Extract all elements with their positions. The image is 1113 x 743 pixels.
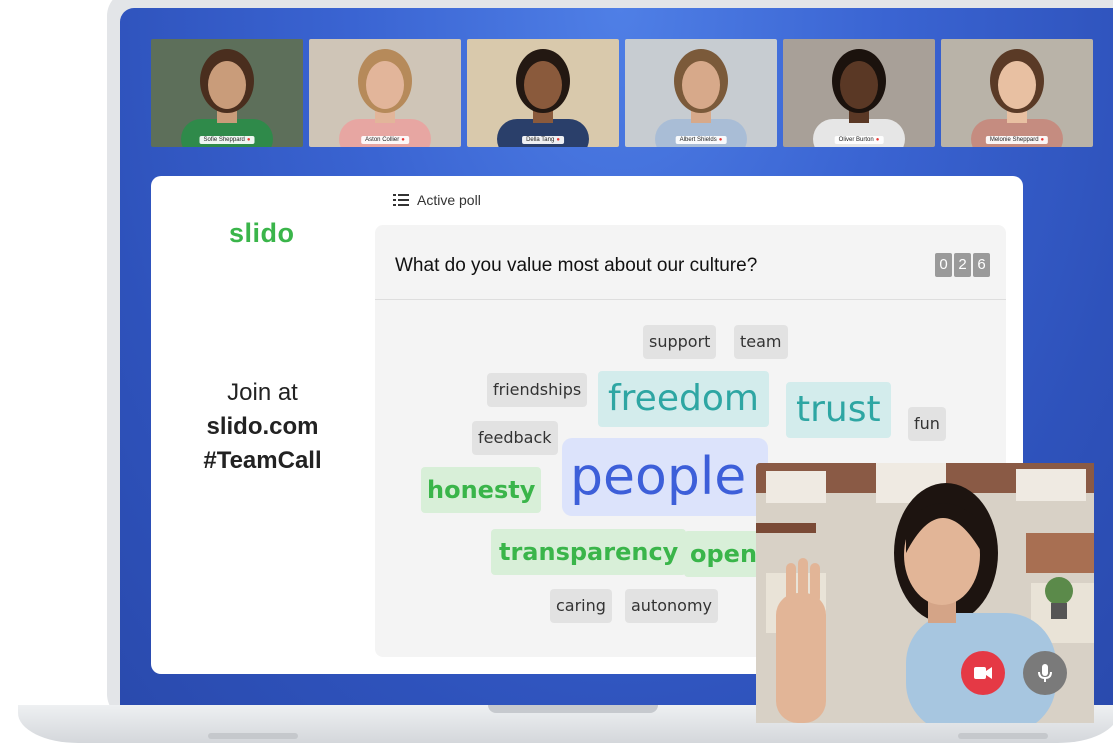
participant-video <box>181 49 273 147</box>
mic-muted-icon: ● <box>1040 137 1045 143</box>
participant-tile[interactable]: Della Tang ● <box>467 39 619 147</box>
participant-name-tag: Oliver Burton ● <box>834 136 884 144</box>
poll-question: What do you value most about our culture… <box>395 255 758 276</box>
active-poll-label: Active poll <box>417 192 481 208</box>
mic-muted-icon: ● <box>875 137 880 143</box>
laptop-foot <box>208 733 298 739</box>
word-cloud-word: friendships <box>487 373 588 407</box>
join-instructions: Join at slido.com #TeamCall <box>175 376 350 478</box>
participant-video <box>655 49 747 147</box>
participant-tile[interactable]: Sofie Sheppard ● <box>151 39 303 147</box>
participant-name: Della Tang <box>526 137 555 143</box>
join-url: slido.com <box>206 413 319 440</box>
word-cloud-word: open <box>684 531 764 577</box>
word-cloud-word: support <box>643 325 717 359</box>
event-code: #TeamCall <box>203 447 322 474</box>
word-cloud-word: fun <box>908 407 946 441</box>
mic-muted-icon: ● <box>246 137 251 143</box>
join-label: Join at <box>227 379 298 406</box>
mic-muted-icon: ● <box>556 137 560 143</box>
participant-name-tag: Della Tang ● <box>522 136 564 144</box>
active-poll-header: Active poll <box>393 192 481 208</box>
word-cloud-word: honesty <box>421 467 542 513</box>
participant-tile[interactable]: Albert Shields ● <box>625 39 777 147</box>
participant-video <box>971 49 1063 147</box>
participant-tile[interactable]: Aston Collier ● <box>309 39 461 147</box>
mic-muted-icon: ● <box>718 137 723 143</box>
word-cloud-word: people <box>562 438 768 516</box>
microphone-icon <box>1038 664 1052 682</box>
response-counter: 0 2 6 <box>935 253 990 277</box>
word-cloud-word: autonomy <box>625 589 718 623</box>
word-cloud-word: trust <box>786 382 891 438</box>
laptop-notch <box>488 705 658 713</box>
participant-strip: Sofie Sheppard ● Aston Collier ● Della Tan… <box>151 39 1093 147</box>
camera-button[interactable] <box>961 651 1005 695</box>
mic-muted-icon: ● <box>401 137 405 143</box>
participant-name-tag: Albert Shields ● <box>675 136 727 144</box>
word-cloud-word: team <box>734 325 788 359</box>
participant-name-tag: Melonie Sheppard ● <box>985 136 1049 144</box>
participant-video <box>339 49 431 147</box>
participant-name: Oliver Burton <box>838 137 874 143</box>
video-camera-icon <box>974 667 992 679</box>
participant-name: Albert Shields <box>679 137 717 143</box>
counter-digit: 6 <box>973 253 990 277</box>
list-icon <box>393 194 409 206</box>
self-view-video[interactable] <box>756 463 1094 723</box>
participant-video <box>497 49 589 147</box>
counter-digit: 0 <box>935 253 952 277</box>
participant-tile[interactable]: Melonie Sheppard ● <box>941 39 1093 147</box>
poll-question-header: What do you value most about our culture… <box>375 225 1006 300</box>
participant-name: Sofie Sheppard <box>203 137 245 143</box>
participant-name-tag: Sofie Sheppard ● <box>199 136 255 144</box>
participant-video <box>813 49 905 147</box>
participant-tile[interactable]: Oliver Burton ● <box>783 39 935 147</box>
counter-digit: 2 <box>954 253 971 277</box>
participant-name: Melonie Sheppard <box>989 137 1039 143</box>
word-cloud-word: feedback <box>472 421 558 455</box>
word-cloud-word: transparency <box>491 529 687 575</box>
laptop-foot <box>958 733 1048 739</box>
participant-name-tag: Aston Collier ● <box>361 136 409 144</box>
mic-button[interactable] <box>1023 651 1067 695</box>
word-cloud-word: freedom <box>598 371 769 427</box>
word-cloud-word: caring <box>550 589 612 623</box>
participant-name: Aston Collier <box>365 137 400 143</box>
slido-logo: slido <box>229 218 295 248</box>
